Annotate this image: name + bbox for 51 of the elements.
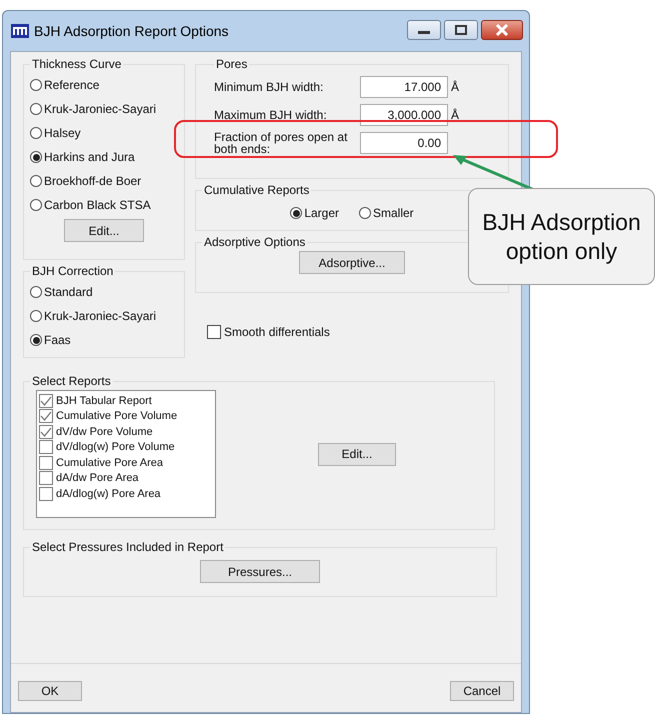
- radio-option[interactable]: Halsey: [30, 121, 178, 145]
- smooth-differentials-checkbox[interactable]: Smooth differentials: [207, 325, 509, 339]
- adsorptive-button[interactable]: Adsorptive...: [299, 251, 405, 274]
- field-label: Maximum BJH width:: [214, 109, 328, 121]
- group-title: Select Reports: [31, 374, 112, 388]
- field-label: Minimum BJH width:: [214, 81, 324, 93]
- pressures-button[interactable]: Pressures...: [200, 560, 320, 583]
- radio-option[interactable]: Smaller: [359, 201, 414, 225]
- report-list-item[interactable]: dA/dw Pore Area: [39, 470, 213, 486]
- window-title: BJH Adsorption Report Options: [34, 23, 230, 39]
- report-list-item[interactable]: dV/dlog(w) Pore Volume: [39, 440, 213, 455]
- check-icon: [40, 426, 52, 437]
- group-title: Cumulative Reports: [203, 183, 310, 197]
- check-icon: [40, 396, 52, 406]
- report-list-item[interactable]: Cumulative Pore Volume: [39, 408, 213, 424]
- report-list-item[interactable]: BJH Tabular Report: [39, 393, 213, 408]
- radio-option[interactable]: Kruk-Jaroniec-Sayari: [30, 304, 178, 328]
- report-list-item[interactable]: dA/dlog(w) Pore Area: [39, 486, 213, 502]
- close-icon: [495, 24, 509, 36]
- close-button[interactable]: [481, 20, 523, 40]
- radio-option[interactable]: Standard: [30, 280, 178, 304]
- unit-label: Å: [451, 108, 460, 122]
- radio-option[interactable]: Carbon Black STSA: [30, 193, 178, 217]
- callout-note: BJH Adsorption option only: [468, 188, 655, 285]
- group-title: Pores: [215, 57, 248, 71]
- radio-option[interactable]: Reference: [30, 73, 178, 97]
- app-icon: [11, 24, 29, 38]
- radio-option[interactable]: Larger: [290, 201, 339, 225]
- radio-option[interactable]: Faas: [30, 328, 178, 352]
- group-title: BJH Correction: [31, 264, 114, 278]
- radio-option[interactable]: Harkins and Jura: [30, 145, 178, 169]
- unit-label: Å: [451, 80, 460, 94]
- input-field[interactable]: 17.000: [360, 76, 448, 98]
- field-label: Fraction of pores open at both ends:: [214, 131, 348, 155]
- cancel-button[interactable]: Cancel: [450, 681, 514, 701]
- input-field[interactable]: 0.00: [360, 132, 448, 154]
- group-title: Adsorptive Options: [203, 235, 306, 249]
- maximize-icon: [455, 25, 467, 35]
- radio-option[interactable]: Broekhoff-de Boer: [30, 169, 178, 193]
- radio-option[interactable]: Kruk-Jaroniec-Sayari: [30, 97, 178, 121]
- edit-button[interactable]: Edit...: [318, 442, 396, 466]
- report-list-item[interactable]: dV/dw Pore Volume: [39, 424, 213, 440]
- check-icon: [40, 411, 52, 422]
- minimize-button[interactable]: [407, 20, 441, 40]
- group-title: Select Pressures Included in Report: [31, 540, 224, 554]
- ok-button[interactable]: OK: [18, 681, 82, 701]
- edit-button[interactable]: Edit...: [64, 219, 144, 242]
- report-list-item[interactable]: Cumulative Pore Area: [39, 455, 213, 470]
- input-field[interactable]: 3,000.000: [360, 104, 448, 126]
- group-title: Thickness Curve: [31, 57, 122, 71]
- maximize-button[interactable]: [444, 20, 478, 40]
